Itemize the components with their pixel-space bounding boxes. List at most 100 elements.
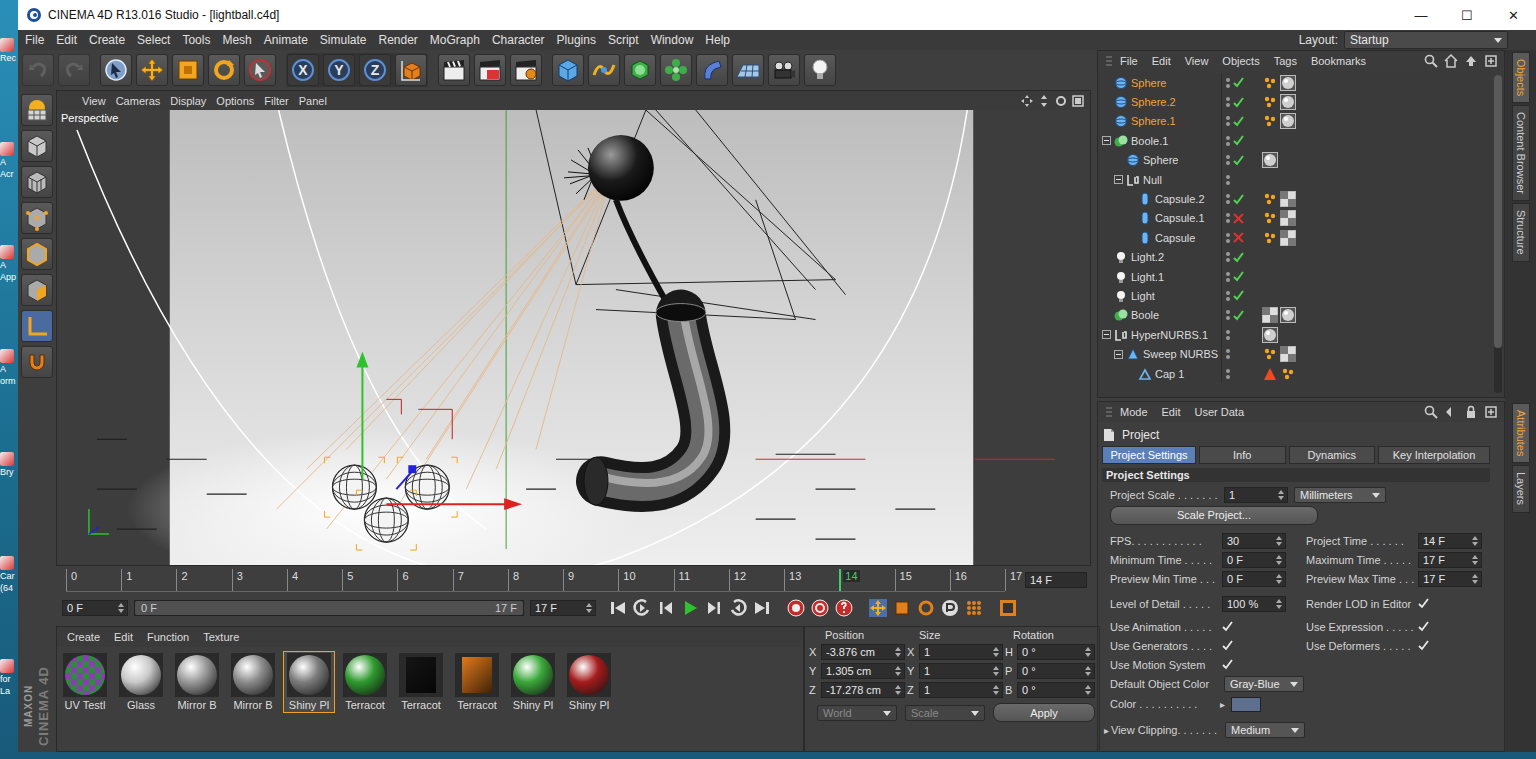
phong-tag-icon[interactable] — [1262, 94, 1278, 110]
end-frame-field[interactable]: 17 F — [530, 600, 596, 616]
phong-tag-icon[interactable] — [1262, 230, 1278, 246]
material-menu-item[interactable]: Edit — [110, 631, 141, 643]
scale-project-button[interactable]: Scale Project... — [1110, 506, 1318, 525]
value-field[interactable]: 17 F — [1418, 571, 1482, 587]
render-view-button[interactable] — [438, 54, 470, 86]
visibility-toggle[interactable] — [1226, 330, 1230, 340]
attribute-tab[interactable]: Info — [1199, 446, 1286, 464]
triangle-tag-icon[interactable] — [1262, 366, 1278, 382]
scroll-thumb[interactable] — [1494, 75, 1502, 348]
texture-mode-button[interactable] — [21, 166, 53, 198]
visibility-toggle[interactable] — [1226, 213, 1230, 223]
desktop-icon[interactable]: Rec — [0, 34, 18, 138]
value-field[interactable]: 0 F — [1222, 571, 1286, 587]
new-panel-icon[interactable] — [1484, 54, 1498, 68]
side-tab[interactable]: Content Browser — [1512, 105, 1530, 201]
attribute-menu-item[interactable]: Edit — [1158, 406, 1189, 418]
menu-item[interactable]: Mesh — [217, 33, 258, 47]
menu-item[interactable]: Simulate — [315, 33, 374, 47]
lock-icon[interactable] — [1464, 405, 1478, 419]
side-tab[interactable]: Layers — [1512, 465, 1530, 512]
material-tag-icon[interactable] — [1280, 113, 1296, 129]
zoom-icon[interactable] — [1038, 95, 1050, 107]
enabled-check-icon[interactable] — [1233, 290, 1244, 301]
viewport-canvas[interactable]: Perspective — [57, 110, 1090, 565]
enabled-check-icon[interactable] — [1233, 135, 1244, 146]
object-row[interactable]: Capsule — [1098, 228, 1492, 247]
checker-tag-icon[interactable] — [1280, 230, 1296, 246]
visibility-toggle[interactable] — [1226, 233, 1230, 243]
record-position-icon[interactable] — [868, 598, 888, 618]
object-row[interactable]: Light.2 — [1098, 248, 1492, 267]
points-mode-button[interactable] — [21, 202, 53, 234]
next-frame-icon[interactable] — [704, 598, 724, 618]
visibility-toggle[interactable] — [1226, 116, 1230, 126]
expand-arrow[interactable]: ▸ — [1104, 725, 1109, 736]
axis-lock-button[interactable]: Z — [359, 54, 391, 86]
value-field[interactable]: 100 % — [1222, 596, 1286, 612]
object-scrollbar[interactable] — [1494, 75, 1502, 393]
timeline-layout-icon[interactable] — [998, 598, 1018, 618]
search-icon[interactable] — [1424, 54, 1438, 68]
checked-icon[interactable] — [1418, 640, 1429, 651]
up-arrow-icon[interactable] — [1464, 54, 1478, 68]
menu-item[interactable]: Script — [603, 33, 646, 47]
phong-tag-icon[interactable] — [1262, 113, 1278, 129]
scale-button[interactable] — [172, 54, 204, 86]
value-field[interactable]: 17 F — [1418, 552, 1482, 568]
object-mode-button[interactable] — [21, 130, 53, 162]
viewport-menu-item[interactable]: Cameras — [113, 95, 168, 107]
window-control-button[interactable]: — — [1398, 0, 1444, 30]
object-row[interactable]: Sphere.1 — [1098, 112, 1492, 131]
render-settings-button[interactable] — [510, 54, 542, 86]
side-tab[interactable]: Structure — [1512, 203, 1530, 262]
desktop-icon[interactable]: Bry — [0, 448, 18, 552]
value-field[interactable]: 30 — [1222, 533, 1286, 549]
sphere-object[interactable] — [397, 457, 457, 517]
object-menu-item[interactable]: Tags — [1270, 55, 1305, 67]
checker-tag-icon[interactable] — [1280, 346, 1296, 362]
material-tag-icon[interactable] — [1262, 327, 1278, 343]
visibility-toggle[interactable] — [1226, 136, 1230, 146]
expand-toggle[interactable] — [1114, 350, 1123, 359]
edges-mode-button[interactable] — [21, 238, 53, 270]
menu-item[interactable]: File — [20, 33, 51, 47]
orbit-icon[interactable] — [1055, 95, 1067, 107]
disabled-cross-icon[interactable] — [1233, 232, 1244, 243]
current-frame-field[interactable]: 14 F — [1025, 572, 1087, 588]
material-tag-icon[interactable] — [1262, 152, 1278, 168]
checked-icon[interactable] — [1222, 621, 1233, 632]
viewport-menu-item[interactable]: View — [79, 95, 113, 107]
home-icon[interactable] — [1444, 54, 1458, 68]
desktop-icon[interactable]: Aorm — [0, 345, 18, 449]
axis-lock-button[interactable]: X — [287, 54, 319, 86]
attribute-tab[interactable]: Project Settings — [1102, 446, 1196, 464]
checked-icon[interactable] — [1222, 659, 1233, 670]
side-tab[interactable]: Attributes — [1512, 403, 1530, 463]
unit-dropdown[interactable]: Millimeters — [1294, 487, 1386, 503]
color-swatch[interactable] — [1231, 697, 1261, 712]
go-to-end-icon[interactable] — [752, 598, 772, 618]
camera-button[interactable] — [768, 54, 800, 86]
light-button[interactable] — [804, 54, 836, 86]
material-item[interactable]: Terracot — [451, 651, 503, 713]
enabled-check-icon[interactable] — [1233, 194, 1244, 205]
array-button[interactable] — [660, 54, 692, 86]
color-expand-arrow[interactable]: ▸ — [1220, 699, 1225, 710]
window-control-button[interactable]: ✕ — [1490, 0, 1536, 30]
object-row[interactable]: Capsule.2 — [1098, 189, 1492, 208]
search-icon[interactable] — [1424, 405, 1438, 419]
visibility-toggle[interactable] — [1226, 272, 1230, 282]
enabled-check-icon[interactable] — [1233, 252, 1244, 263]
menu-item[interactable]: Tools — [177, 33, 217, 47]
desktop-icon[interactable]: forLa — [0, 655, 18, 759]
size-field[interactable]: 1 — [919, 644, 1003, 660]
view-clipping-dropdown[interactable]: Medium — [1225, 722, 1305, 738]
checked-icon[interactable] — [1418, 598, 1429, 609]
object-menu-item[interactable]: File — [1116, 55, 1146, 67]
maximize-icon[interactable] — [1072, 95, 1084, 107]
phong-tag-icon[interactable] — [1262, 346, 1278, 362]
object-row[interactable]: Sphere.2 — [1098, 92, 1492, 111]
expand-toggle[interactable] — [1102, 330, 1111, 339]
visibility-toggle[interactable] — [1226, 291, 1230, 301]
